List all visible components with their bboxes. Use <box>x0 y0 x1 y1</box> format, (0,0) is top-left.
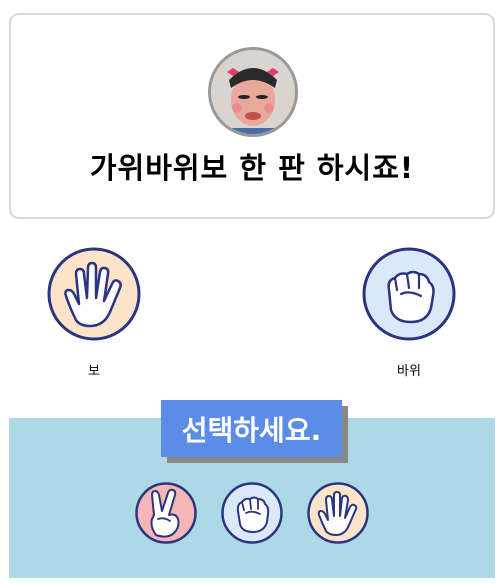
rock-hand-icon <box>362 247 456 341</box>
rock-choice-button[interactable] <box>220 481 284 545</box>
player-hand-label: 바위 <box>397 364 421 379</box>
choose-banner: 선택하세요. <box>161 400 342 457</box>
scissors-choice-button[interactable] <box>134 481 198 545</box>
page-title: 가위바위보 한 판 하시죠! <box>89 151 415 185</box>
opponent-hand-label: 보 <box>88 364 100 379</box>
opponent-avatar <box>208 47 298 137</box>
avatar-photo-icon <box>211 50 295 134</box>
paper-hand-icon <box>47 247 141 341</box>
paper-choice-button[interactable] <box>306 481 370 545</box>
header-card: 가위바위보 한 판 하시죠! <box>9 13 495 219</box>
